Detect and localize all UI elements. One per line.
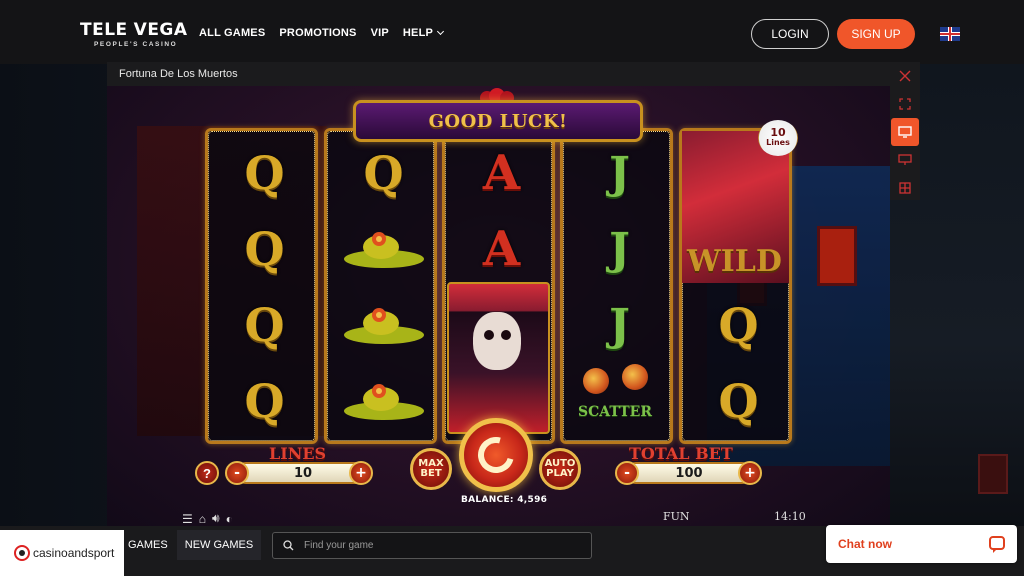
partner-name: casinoandsport xyxy=(33,546,115,560)
wild-label: WILD xyxy=(687,244,782,279)
bet-plus-button[interactable]: + xyxy=(738,461,762,485)
symbol-q: Q xyxy=(363,146,404,200)
grid-icon[interactable] xyxy=(891,174,919,202)
sombrero-symbol-icon xyxy=(327,211,440,287)
catrina-eye xyxy=(484,330,494,340)
catrina-face xyxy=(473,312,521,370)
partner-logo[interactable]: casinoandsport xyxy=(0,530,124,576)
chat-bubble-icon xyxy=(989,536,1005,553)
slot-game[interactable]: Q Q Q Q Q A A J J J Q Q WILD SCATTER GOO… xyxy=(107,86,890,526)
search-input[interactable] xyxy=(304,540,584,551)
auto-play-button[interactable]: AUTO PLAY xyxy=(539,448,581,490)
lines-badge-label: Lines xyxy=(766,138,790,147)
symbol-q: Q xyxy=(244,222,285,276)
balance-display: BALANCE: 4,596 xyxy=(461,495,548,505)
nav-promotions[interactable]: PROMOTIONS xyxy=(279,27,356,39)
brand-logo[interactable]: TELE VEGA PEOPLE'S CASINO xyxy=(80,20,187,50)
nav-help-label: HELP xyxy=(402,27,434,39)
help-button[interactable]: ? xyxy=(195,461,219,485)
close-icon[interactable] xyxy=(891,62,919,90)
menu-icon[interactable]: ☰ xyxy=(182,512,193,526)
reel-1: Q Q Q Q xyxy=(205,128,318,444)
reel-4: J J J xyxy=(560,128,673,444)
home-icon[interactable]: ⌂ xyxy=(199,512,206,526)
signup-button[interactable]: SIGN UP xyxy=(837,19,915,49)
game-tools xyxy=(890,62,920,200)
good-luck-banner: GOOD LUCK! xyxy=(353,100,643,142)
symbol-a: A xyxy=(482,221,521,277)
main-nav: ALL GAMES PROMOTIONS VIP HELP xyxy=(199,27,445,39)
fullscreen-icon[interactable] xyxy=(891,90,919,118)
nav-all-games[interactable]: ALL GAMES xyxy=(199,27,265,39)
symbol-q: Q xyxy=(244,374,285,428)
lines-badge-number: 10 xyxy=(770,126,786,139)
lines-label: LINES xyxy=(269,444,327,463)
total-bet-label: TOTAL BET xyxy=(629,444,733,463)
game-search xyxy=(272,532,592,559)
lines-plus-button[interactable]: + xyxy=(349,461,373,485)
uk-flag-icon[interactable] xyxy=(940,27,960,41)
partner-logo-icon xyxy=(14,545,30,561)
game-title-bar: Fortuna De Los Muertos xyxy=(107,62,890,86)
nav-help[interactable]: HELP xyxy=(402,27,445,39)
tab-new-games[interactable]: NEW GAMES xyxy=(177,530,261,560)
sound-icon[interactable]: 🔊︎ xyxy=(212,511,220,526)
reel-2: Q xyxy=(324,128,437,444)
tab-games[interactable]: GAMES xyxy=(124,530,172,560)
max-bet-button[interactable]: MAX BET xyxy=(410,448,452,490)
scatter-label: SCATTER xyxy=(578,404,652,420)
desktop-icon[interactable] xyxy=(891,118,919,146)
game-title: Fortuna De Los Muertos xyxy=(119,68,238,80)
nav-vip[interactable]: VIP xyxy=(371,27,389,39)
chevron-down-icon xyxy=(437,27,445,36)
symbol-q: Q xyxy=(718,374,759,428)
search-icon xyxy=(283,540,294,551)
lines-minus-button[interactable]: - xyxy=(225,461,249,485)
chat-widget[interactable]: Chat now xyxy=(826,525,1017,563)
total-bet-value: 100 xyxy=(625,462,753,484)
game-status-icons: ☰ ⌂ 🔊︎ ◐ xyxy=(182,511,233,526)
bet-minus-button[interactable]: - xyxy=(615,461,639,485)
catrina-eye xyxy=(501,330,511,340)
symbol-j: J xyxy=(609,299,630,351)
symbol-j: J xyxy=(609,223,630,275)
spin-button[interactable] xyxy=(459,418,533,492)
lines-badge: 10 Lines xyxy=(758,120,798,156)
login-button[interactable]: LOGIN xyxy=(751,19,829,49)
spin-arrow-icon xyxy=(471,430,521,480)
symbol-q: Q xyxy=(718,298,759,352)
symbol-j: J xyxy=(609,147,630,199)
maraca-icon xyxy=(583,368,609,394)
symbol-q: Q xyxy=(244,298,285,352)
sombrero-symbol-icon xyxy=(327,287,440,363)
speed-icon[interactable]: ◐ xyxy=(226,512,233,526)
chat-label: Chat now xyxy=(838,537,892,551)
symbol-a: A xyxy=(482,145,521,201)
theater-icon[interactable] xyxy=(891,146,919,174)
sombrero-symbol-icon xyxy=(327,363,440,439)
game-mode: FUN xyxy=(663,510,690,523)
symbol-q: Q xyxy=(244,146,285,200)
top-nav: TELE VEGA PEOPLE'S CASINO ALL GAMES PROMO… xyxy=(0,0,1024,64)
game-clock: 14:10 xyxy=(774,510,806,523)
banner-text: GOOD LUCK! xyxy=(428,110,568,132)
maraca-icon xyxy=(622,364,648,390)
